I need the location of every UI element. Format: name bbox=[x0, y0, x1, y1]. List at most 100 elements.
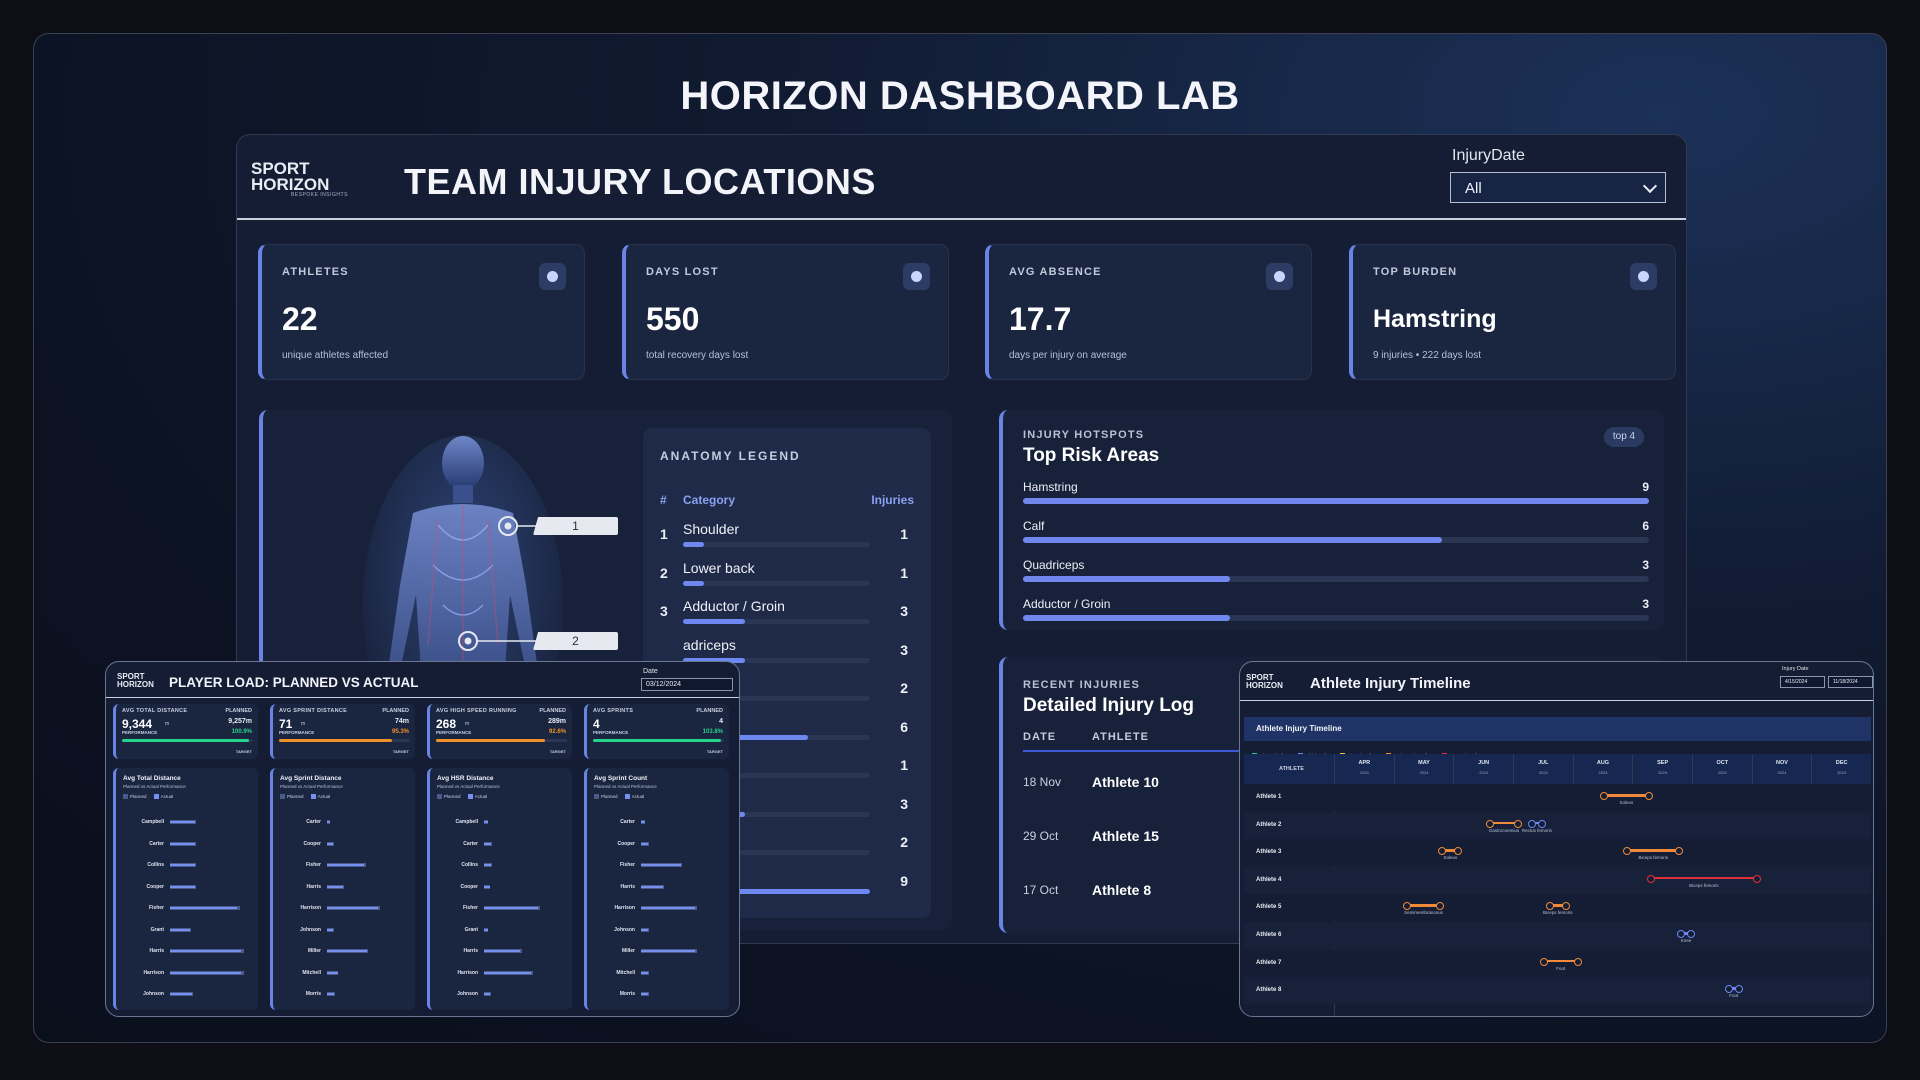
bar-actual bbox=[170, 907, 237, 909]
load-kpi-value: 71 bbox=[279, 717, 293, 731]
load-kpi-percent: 95.3% bbox=[391, 729, 409, 735]
legend-row: 3 Adductor / Groin 3 bbox=[660, 598, 918, 636]
legend-row-count: 9 bbox=[900, 872, 908, 889]
chart-bar-row: Miller bbox=[279, 947, 409, 957]
load-kpi-percent: 100.9% bbox=[231, 729, 252, 735]
chart-bar-row: Harris bbox=[436, 947, 566, 957]
timeline-row[interactable]: Athlete 4 Biceps femoris bbox=[1244, 866, 1871, 894]
injury-location-label: Biceps femoris bbox=[1638, 855, 1668, 861]
legend-row: 2 Lower back 1 bbox=[660, 560, 918, 598]
month-column: DEC 2024 bbox=[1811, 754, 1871, 784]
injury-timeline-window: SPORT HORIZON Athlete Injury Timeline Inj… bbox=[1239, 661, 1874, 1017]
injury-span[interactable] bbox=[1486, 819, 1522, 827]
chart-bar-row: Johnson bbox=[593, 926, 723, 936]
chart-subtitle: Planned vs Actual Performance bbox=[123, 784, 186, 789]
chart-legend: Planned Actual bbox=[437, 794, 487, 800]
legend-row-number: 3 bbox=[660, 603, 668, 619]
injury-span[interactable] bbox=[1677, 930, 1695, 937]
bar-actual bbox=[484, 821, 488, 823]
bar-player-name: Miller bbox=[307, 948, 321, 954]
legend-swatch-planned bbox=[437, 794, 442, 800]
player-load-window: SPORT HORIZON PLAYER LOAD: PLANNED VS ACT… bbox=[105, 661, 740, 1017]
chart-bar-row: Cooper bbox=[436, 883, 566, 893]
bar-player-name: Fisher bbox=[619, 862, 635, 868]
chart-legend: Planned Actual bbox=[594, 794, 645, 800]
load-kpi-card: AVG SPRINT DISTANCE PLANNED 71 m 74m PERFORMA… bbox=[270, 704, 415, 759]
chart-title: Avg HSR Distance bbox=[437, 775, 494, 782]
injury-location-label: Foot bbox=[1556, 965, 1566, 971]
timeline-row[interactable]: Athlete 1 Soleus bbox=[1244, 784, 1871, 811]
injury-location-label: Biceps femoris bbox=[1542, 910, 1573, 916]
kpi-value: 17.7 bbox=[1009, 301, 1072, 337]
load-kpi-planned-value: 9,257m bbox=[228, 718, 252, 725]
chart-title: Avg Sprint Count bbox=[594, 775, 648, 782]
injury-span[interactable] bbox=[1724, 985, 1743, 993]
athlete-name: Athlete 2 bbox=[1256, 821, 1282, 828]
legend-row-bar bbox=[683, 619, 745, 624]
injury-span[interactable] bbox=[1539, 957, 1582, 965]
date-dropdown[interactable]: 03/12/2024 bbox=[641, 678, 733, 691]
bar-player-name: Harris bbox=[620, 883, 635, 890]
status-dot-icon bbox=[1630, 263, 1657, 290]
injury-span[interactable] bbox=[1647, 875, 1762, 882]
timeline-row[interactable]: Athlete 7 Foot bbox=[1244, 949, 1871, 977]
bar-player-name: Collins bbox=[147, 862, 164, 868]
date-label: Injury Date bbox=[1782, 666, 1809, 672]
injury-span[interactable] bbox=[1623, 847, 1683, 855]
timeline-row[interactable]: Athlete 8 Foot bbox=[1244, 977, 1871, 1005]
chart-bar-row: Harrison bbox=[122, 969, 252, 979]
chart-bar-row: Morris bbox=[593, 990, 723, 1000]
log-date: 18 Nov bbox=[1023, 775, 1062, 789]
athlete-name: Athlete 8 bbox=[1256, 987, 1282, 994]
bar-actual bbox=[484, 842, 492, 845]
chart-bar-row: Harrison bbox=[593, 904, 723, 914]
bar-player-name: Mitchell bbox=[302, 969, 321, 976]
timeline-row[interactable]: Athlete 3 Soleus Biceps femoris bbox=[1244, 839, 1871, 867]
kpi-label: TOP BURDEN bbox=[1373, 266, 1458, 278]
bar-player-name: Grant bbox=[150, 926, 164, 933]
date-to-input[interactable]: 11/18/2024 bbox=[1828, 676, 1873, 688]
month-label: JUL bbox=[1538, 760, 1549, 766]
month-column: JUL 2024 bbox=[1513, 754, 1573, 784]
chart-title: Avg Sprint Distance bbox=[280, 775, 342, 782]
timeline-row[interactable]: Athlete 6 Knee bbox=[1244, 922, 1871, 949]
kpi-value: 22 bbox=[282, 301, 318, 337]
hotspot-bar bbox=[1023, 537, 1443, 543]
legend-col-category: Category bbox=[683, 493, 736, 507]
bar-player-name: Grant bbox=[464, 926, 478, 933]
legend-row-count: 1 bbox=[900, 526, 908, 542]
kpi-label: DAYS LOST bbox=[646, 266, 719, 278]
header-divider bbox=[1240, 700, 1873, 701]
load-kpi-label: AVG HIGH SPEED RUNNING bbox=[436, 708, 517, 714]
hotspot-row: Calf 6 bbox=[1023, 519, 1649, 549]
legend-swatch-planned bbox=[594, 794, 599, 800]
injury-span[interactable] bbox=[1438, 847, 1463, 855]
legend-actual-label: Actual bbox=[631, 794, 645, 799]
injury-span[interactable] bbox=[1402, 902, 1445, 910]
bar-player-name: Morris bbox=[305, 991, 321, 997]
bar-actual bbox=[641, 864, 681, 866]
bar-player-name: Cooper bbox=[146, 883, 165, 890]
timeline-visual-title: Athlete Injury Timeline bbox=[1256, 724, 1342, 733]
bar-player-name: Harrison bbox=[143, 969, 164, 976]
month-column: MAY 2024 bbox=[1393, 754, 1454, 784]
injury-date-label: InjuryDate bbox=[1452, 147, 1525, 164]
injury-span[interactable] bbox=[1545, 902, 1570, 910]
bar-actual bbox=[641, 971, 649, 974]
chart-bar-row: Morris bbox=[279, 990, 409, 1000]
hotspot-track bbox=[1023, 498, 1649, 504]
kpi-card-top-burden: TOP BURDEN Hamstring 9 injuries • 222 da… bbox=[1349, 244, 1676, 380]
chevron-down-icon bbox=[1642, 178, 1658, 194]
bar-player-name: Miller bbox=[621, 948, 635, 954]
date-from-input[interactable]: 4/15/2024 bbox=[1780, 676, 1825, 688]
month-label: JUN bbox=[1478, 760, 1490, 766]
timeline-row[interactable]: Athlete 5 Semimembranosus Biceps femoris bbox=[1244, 894, 1871, 922]
bar-player-name: Cooper bbox=[460, 883, 479, 890]
injury-location-label: Foot bbox=[1729, 993, 1739, 999]
injury-date-dropdown[interactable]: All bbox=[1450, 172, 1666, 203]
injury-span[interactable] bbox=[1527, 819, 1546, 827]
injury-span[interactable] bbox=[1599, 792, 1653, 799]
load-bar-chart: Avg Sprint Distance Planned vs Actual Per… bbox=[270, 768, 415, 1010]
bar-actual bbox=[484, 971, 531, 974]
timeline-row[interactable]: Athlete 2 Gastrocnemius Rectus femoris bbox=[1244, 811, 1871, 839]
